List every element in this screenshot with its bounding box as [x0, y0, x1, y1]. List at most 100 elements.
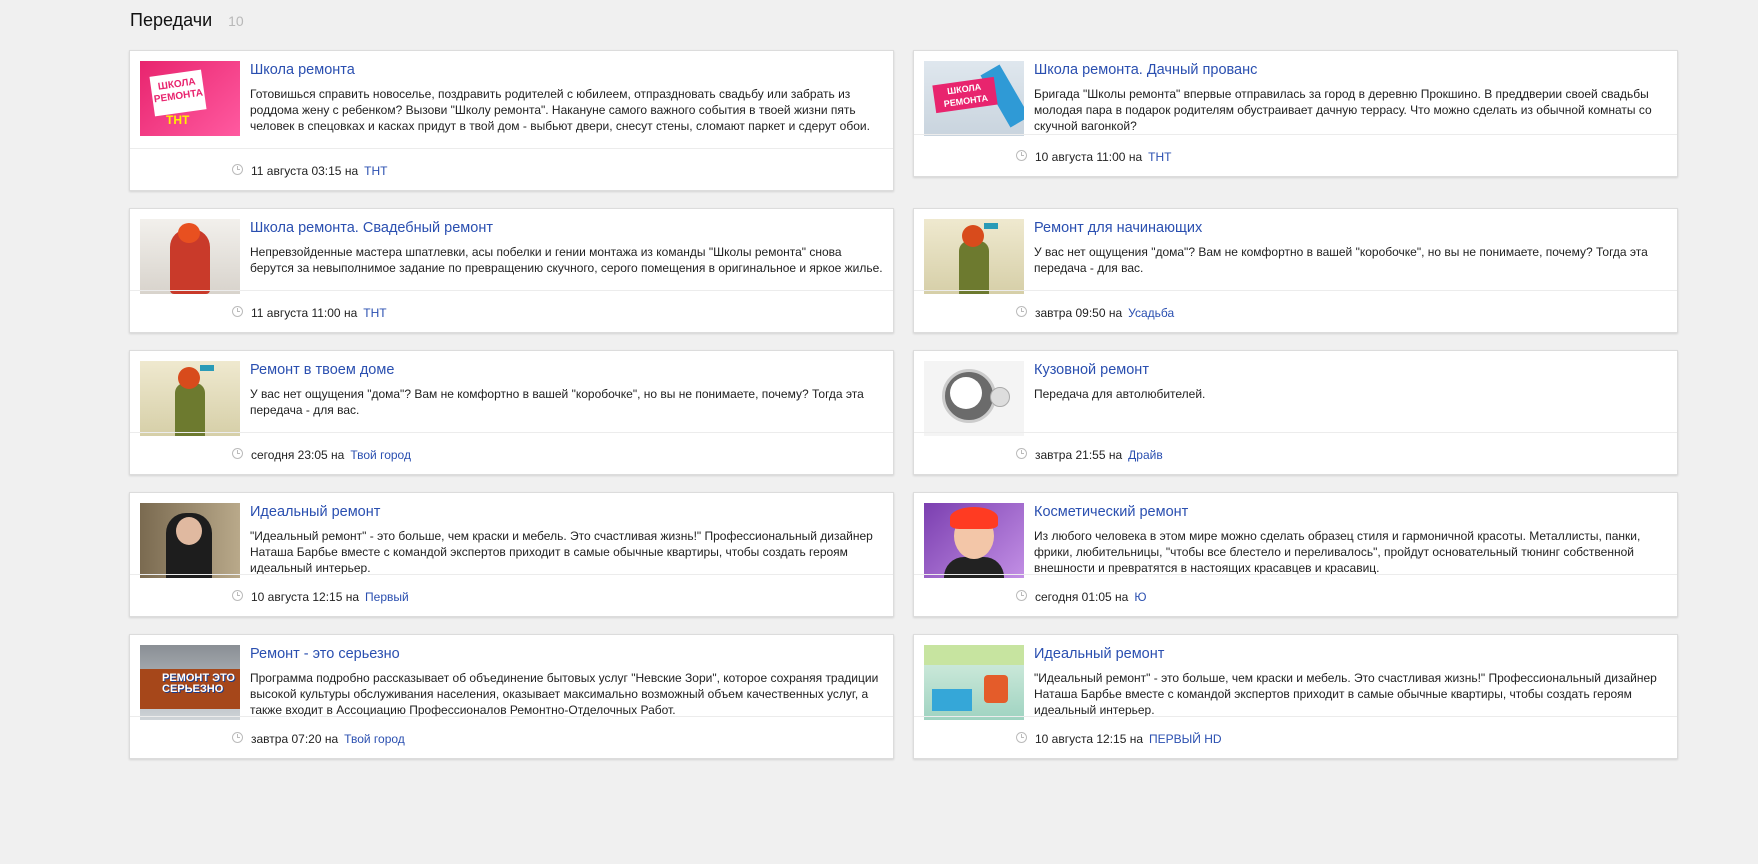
program-description: Непревзойденные мастера шпатлевки, асы п… — [250, 245, 883, 275]
program-description: У вас нет ощущения "дома"? Вам не комфор… — [250, 387, 864, 417]
program-title-link[interactable]: Косметический ремонт — [1034, 504, 1188, 520]
air-on: на — [1128, 150, 1143, 164]
program-card: Косметический ремонт Из любого человека … — [913, 492, 1678, 617]
program-thumbnail[interactable] — [924, 503, 1024, 578]
program-title-link[interactable]: Ремонт - это серьезно — [250, 646, 400, 662]
program-thumbnail[interactable]: РЕМОНТ ЭТО СЕРЬЕЗНО — [140, 645, 240, 720]
program-title-link[interactable]: Школа ремонта. Дачный прованс — [1034, 62, 1257, 78]
channel-link[interactable]: Твой город — [350, 448, 411, 462]
clock-icon — [232, 163, 243, 175]
dial-knob-graphic — [990, 387, 1010, 407]
air-on: на — [1108, 306, 1123, 320]
divider — [130, 432, 893, 433]
air-time: завтра 21:55 — [1035, 448, 1106, 462]
air-time: 10 августа 11:00 — [1035, 150, 1126, 164]
divider — [914, 716, 1677, 717]
channel-link[interactable]: Усадьба — [1128, 306, 1174, 320]
air-on: на — [1115, 590, 1129, 604]
helmet-figure — [178, 223, 200, 243]
page: Передачи 10 ШКОЛА РЕМОНТА ТНТ Школа ремо… — [0, 0, 1758, 864]
program-schedule: 10 августа 12:15 на Первый — [232, 589, 409, 604]
program-thumbnail[interactable] — [140, 361, 240, 436]
clock-icon — [1016, 589, 1027, 601]
air-time: завтра 09:50 — [1035, 306, 1106, 320]
channel-link[interactable]: Первый — [365, 590, 409, 604]
air-time: сегодня 23:05 — [251, 448, 328, 462]
woman-figure — [959, 241, 989, 294]
air-time: 11 августа 11:00 — [251, 306, 341, 320]
clock-icon — [1016, 447, 1027, 459]
program-title-link[interactable]: Кузовной ремонт — [1034, 362, 1149, 378]
air-on: на — [343, 306, 358, 320]
air-time: завтра 07:20 — [251, 732, 322, 746]
channel-link[interactable]: Драйв — [1128, 448, 1163, 462]
program-schedule: 10 августа 12:15 на ПЕРВЫЙ HD — [1016, 731, 1222, 746]
red-hair-figure — [950, 507, 998, 529]
program-thumbnail[interactable] — [924, 219, 1024, 294]
program-schedule: сегодня 01:05 на Ю — [1016, 589, 1146, 604]
divider — [914, 290, 1677, 291]
air-on: на — [331, 448, 345, 462]
show-logo: РЕМОНТ ЭТО СЕРЬЕЗНО — [162, 672, 235, 695]
program-description: Из любого человека в этом мире можно сде… — [1034, 529, 1641, 575]
divider — [130, 574, 893, 575]
program-title-link[interactable]: Школа ремонта. Свадебный ремонт — [250, 220, 493, 236]
program-title-link[interactable]: Идеальный ремонт — [1034, 646, 1164, 662]
channel-link[interactable]: Ю — [1134, 590, 1146, 604]
program-thumbnail[interactable] — [140, 503, 240, 578]
program-thumbnail[interactable]: ШКОЛА РЕМОНТА ТНТ — [140, 61, 240, 136]
program-title-link[interactable]: Ремонт для начинающих — [1034, 220, 1202, 236]
clock-icon — [232, 731, 243, 743]
air-on: на — [344, 164, 359, 178]
program-description: Программа подробно рассказывает об объед… — [250, 671, 879, 717]
car-icon — [950, 377, 982, 409]
clock-icon — [232, 305, 243, 317]
divider — [130, 148, 893, 149]
program-description: Готовишься справить новоселье, поздравит… — [250, 87, 870, 133]
clock-icon — [1016, 305, 1027, 317]
program-thumbnail[interactable] — [924, 645, 1024, 720]
program-thumbnail[interactable] — [140, 219, 240, 294]
program-title-link[interactable]: Ремонт в твоем доме — [250, 362, 394, 378]
show-logo: ШКОЛА РЕМОНТА — [932, 76, 998, 114]
program-card: Идеальный ремонт "Идеальный ремонт" - эт… — [913, 634, 1678, 759]
program-schedule: завтра 09:50 на Усадьба — [1016, 305, 1174, 320]
air-time: сегодня 01:05 — [1035, 590, 1112, 604]
air-on: на — [1108, 448, 1123, 462]
programs-grid: ШКОЛА РЕМОНТА ТНТ Школа ремонта Готовишь… — [129, 50, 1678, 759]
clock-icon — [1016, 731, 1027, 743]
program-schedule: 11 августа 03:15 на ТНТ — [232, 163, 387, 178]
program-description: Передача для автолюбителей. — [1034, 387, 1206, 401]
channel-link[interactable]: ТНТ — [1148, 150, 1171, 164]
program-thumbnail[interactable]: ШКОЛА РЕМОНТА — [924, 61, 1024, 136]
program-card: ШКОЛА РЕМОНТА Школа ремонта. Дачный пров… — [913, 50, 1678, 177]
program-schedule: 10 августа 11:00 на ТНТ — [1016, 149, 1171, 164]
channel-link[interactable]: ТНТ — [363, 306, 386, 320]
program-card: Школа ремонта. Свадебный ремонт Непревзо… — [129, 208, 894, 333]
clock-icon — [232, 589, 243, 601]
channel-link[interactable]: Твой город — [344, 732, 405, 746]
program-schedule: сегодня 23:05 на Твой город — [232, 447, 411, 462]
divider — [914, 134, 1677, 135]
program-card: Ремонт в твоем доме У вас нет ощущения "… — [129, 350, 894, 475]
divider — [130, 716, 893, 717]
channel-link[interactable]: ПЕРВЫЙ HD — [1149, 732, 1222, 746]
channel-link[interactable]: ТНТ — [364, 164, 387, 178]
woman-figure — [175, 383, 205, 436]
wall-graphic — [924, 645, 1024, 665]
paint-roller-graphic — [200, 365, 214, 371]
program-thumbnail[interactable] — [924, 361, 1024, 436]
air-time: 10 августа 12:15 — [251, 590, 343, 604]
section-header: Передачи 10 — [130, 10, 244, 31]
chair-graphic — [984, 675, 1008, 703]
clock-icon — [232, 447, 243, 459]
section-count: 10 — [228, 13, 244, 29]
hair-figure — [178, 367, 200, 389]
hair-figure — [962, 225, 984, 247]
program-description: "Идеальный ремонт" - это больше, чем кра… — [250, 529, 873, 575]
program-card: ШКОЛА РЕМОНТА ТНТ Школа ремонта Готовишь… — [129, 50, 894, 191]
program-card: Идеальный ремонт "Идеальный ремонт" - эт… — [129, 492, 894, 617]
program-title-link[interactable]: Идеальный ремонт — [250, 504, 380, 520]
air-on: на — [345, 590, 360, 604]
program-title-link[interactable]: Школа ремонта — [250, 62, 355, 78]
